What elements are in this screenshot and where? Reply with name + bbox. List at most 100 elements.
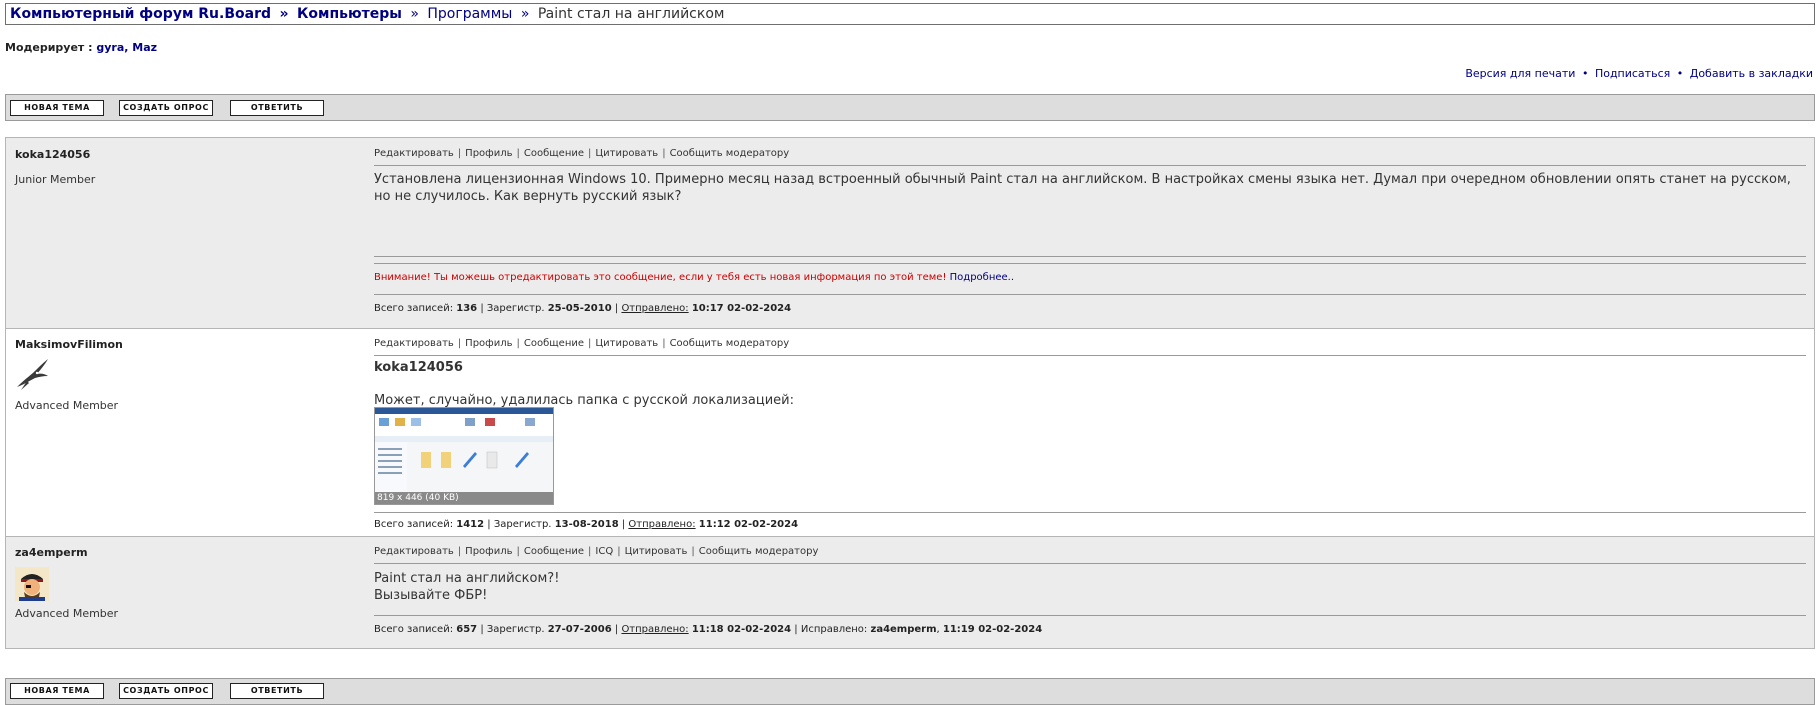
- post-actions: Редактировать | Профиль | Сообщение | ICQ | Цити…: [374, 546, 818, 557]
- post: MaksimovFilimon Advanced Member Редактир…: [6, 329, 1814, 537]
- print-version-link[interactable]: Версия для печати: [1465, 67, 1575, 80]
- report-moderator-link[interactable]: Сообщить модератору: [699, 546, 819, 557]
- edited-label: Исправлено:: [800, 624, 868, 635]
- registered-label: Зарегистр.: [486, 624, 545, 635]
- bottom-button-bar: НОВАЯ ТЕМА СОЗДАТЬ ОПРОС ОТВЕТИТЬ: [5, 678, 1815, 705]
- post-author[interactable]: koka124056: [15, 148, 90, 161]
- post-actions: Редактировать | Профиль | Сообщение | Цитирова…: [374, 148, 789, 159]
- new-topic-button[interactable]: НОВАЯ ТЕМА: [10, 683, 104, 699]
- pipe-separator: |: [516, 338, 520, 349]
- pipe-separator: |: [480, 624, 484, 635]
- post-stats: Всего записей: 136 | Зарегистр. 25-05-20…: [374, 303, 791, 314]
- divider: [374, 256, 1806, 257]
- breadcrumb-subsection-link[interactable]: Программы: [427, 6, 512, 22]
- reply-button[interactable]: ОТВЕТИТЬ: [230, 683, 324, 699]
- bullet-separator: •: [1676, 67, 1684, 80]
- create-poll-button[interactable]: СОЗДАТЬ ОПРОС: [119, 100, 213, 116]
- report-moderator-link[interactable]: Сообщить модератору: [670, 148, 790, 159]
- attached-screenshot-thumbnail[interactable]: 819 x 446 (40 KB): [374, 407, 554, 505]
- quote-link[interactable]: Цитировать: [595, 338, 658, 349]
- profile-link[interactable]: Профиль: [465, 148, 512, 159]
- edit-warning: Внимание! Ты можешь отредактировать это …: [374, 272, 1014, 283]
- pipe-separator: |: [588, 338, 592, 349]
- moderators-names[interactable]: gyra, Maz: [96, 41, 157, 54]
- pirate-avatar-icon: [15, 567, 49, 601]
- message-link[interactable]: Сообщение: [524, 148, 584, 159]
- divider: [374, 263, 1806, 264]
- more-info-link[interactable]: Подробнее..: [950, 272, 1014, 283]
- message-link[interactable]: Сообщение: [524, 338, 584, 349]
- registered-date: 25-05-2010: [547, 303, 612, 314]
- icq-link[interactable]: ICQ: [595, 546, 613, 557]
- posts-count-label: Всего записей:: [374, 624, 454, 635]
- quote-link[interactable]: Цитировать: [595, 148, 658, 159]
- sent-datetime: 10:17 02-02-2024: [691, 303, 792, 314]
- sent-datetime: 11:12 02-02-2024: [698, 519, 799, 530]
- divider: [374, 294, 1806, 295]
- pipe-separator: |: [516, 148, 520, 159]
- divider: [374, 512, 1806, 513]
- sent-link[interactable]: Отправлено:: [621, 303, 688, 314]
- pipe-separator: |: [487, 519, 491, 530]
- post-body: Может, случайно, удалилась папка с русск…: [374, 393, 794, 408]
- bookmark-link[interactable]: Добавить в закладки: [1690, 67, 1813, 80]
- quoted-author: koka124056: [374, 360, 463, 375]
- breadcrumb-section-link[interactable]: Компьютеры: [297, 6, 402, 22]
- pipe-separator: |: [662, 148, 666, 159]
- swallow-bird-icon: [17, 359, 48, 390]
- pipe-separator: |: [662, 338, 666, 349]
- pipe-separator: |: [588, 148, 592, 159]
- edit-link[interactable]: Редактировать: [374, 338, 454, 349]
- pipe-separator: |: [621, 519, 626, 530]
- pipe-separator: |: [617, 546, 621, 557]
- post-author[interactable]: za4emperm: [15, 546, 88, 559]
- subscribe-link[interactable]: Подписаться: [1595, 67, 1670, 80]
- avatar: [15, 567, 49, 605]
- profile-link[interactable]: Профиль: [465, 546, 512, 557]
- breadcrumb-separator: »: [520, 6, 530, 22]
- post-author-rank: Junior Member: [15, 173, 96, 186]
- registered-label: Зарегистр.: [493, 519, 552, 530]
- pipe-separator: |: [614, 624, 619, 635]
- post-body: Установлена лицензионная Windows 10. При…: [374, 172, 1791, 204]
- pipe-separator: |: [588, 546, 592, 557]
- create-poll-button[interactable]: СОЗДАТЬ ОПРОС: [119, 683, 213, 699]
- pipe-separator: |: [457, 148, 462, 159]
- bullet-separator: •: [1581, 67, 1589, 80]
- divider: [374, 563, 1806, 564]
- moderators-label: Модерирует :: [5, 41, 93, 54]
- pipe-separator: |: [794, 624, 798, 635]
- quote-link[interactable]: Цитировать: [625, 546, 688, 557]
- report-moderator-link[interactable]: Сообщить модератору: [670, 338, 790, 349]
- thumbnail-caption: 819 x 446 (40 KB): [375, 492, 553, 504]
- top-button-bar: НОВАЯ ТЕМА СОЗДАТЬ ОПРОС ОТВЕТИТЬ: [5, 94, 1815, 121]
- pipe-separator: |: [480, 303, 484, 314]
- registered-date: 13-08-2018: [554, 519, 619, 530]
- posts-count-value: 657: [456, 624, 478, 635]
- registered-label: Зарегистр.: [486, 303, 545, 314]
- breadcrumb-topic-title: Paint стал на английском: [537, 6, 725, 22]
- breadcrumb: Компьютерный форум Ru.Board » Компьютеры…: [5, 3, 1815, 25]
- sent-datetime: 11:18 02-02-2024: [691, 624, 792, 635]
- edited-datetime: 11:19 02-02-2024: [942, 624, 1043, 635]
- divider: [374, 615, 1806, 616]
- edit-warning-text: Внимание! Ты можешь отредактировать это …: [374, 272, 947, 283]
- post-body-line: Paint стал на английском?!: [374, 571, 560, 586]
- profile-link[interactable]: Профиль: [465, 338, 512, 349]
- topic-links: Версия для печати • Подписаться • Добави…: [1465, 67, 1813, 80]
- new-topic-button[interactable]: НОВАЯ ТЕМА: [10, 100, 104, 116]
- pipe-separator: |: [516, 546, 520, 557]
- sent-link[interactable]: Отправлено:: [628, 519, 695, 530]
- edit-link[interactable]: Редактировать: [374, 148, 454, 159]
- pipe-separator: |: [457, 546, 462, 557]
- post-body-line: Вызывайте ФБР!: [374, 588, 488, 603]
- edit-link[interactable]: Редактировать: [374, 546, 454, 557]
- post-author[interactable]: MaksimovFilimon: [15, 338, 123, 351]
- sent-link[interactable]: Отправлено:: [621, 624, 688, 635]
- moderators-line: Модерирует : gyra, Maz: [5, 41, 157, 54]
- message-link[interactable]: Сообщение: [524, 546, 584, 557]
- breadcrumb-separator: »: [410, 6, 419, 22]
- reply-button[interactable]: ОТВЕТИТЬ: [230, 100, 324, 116]
- breadcrumb-forum-link[interactable]: Компьютерный форум Ru.Board: [10, 6, 271, 22]
- pipe-separator: |: [457, 338, 462, 349]
